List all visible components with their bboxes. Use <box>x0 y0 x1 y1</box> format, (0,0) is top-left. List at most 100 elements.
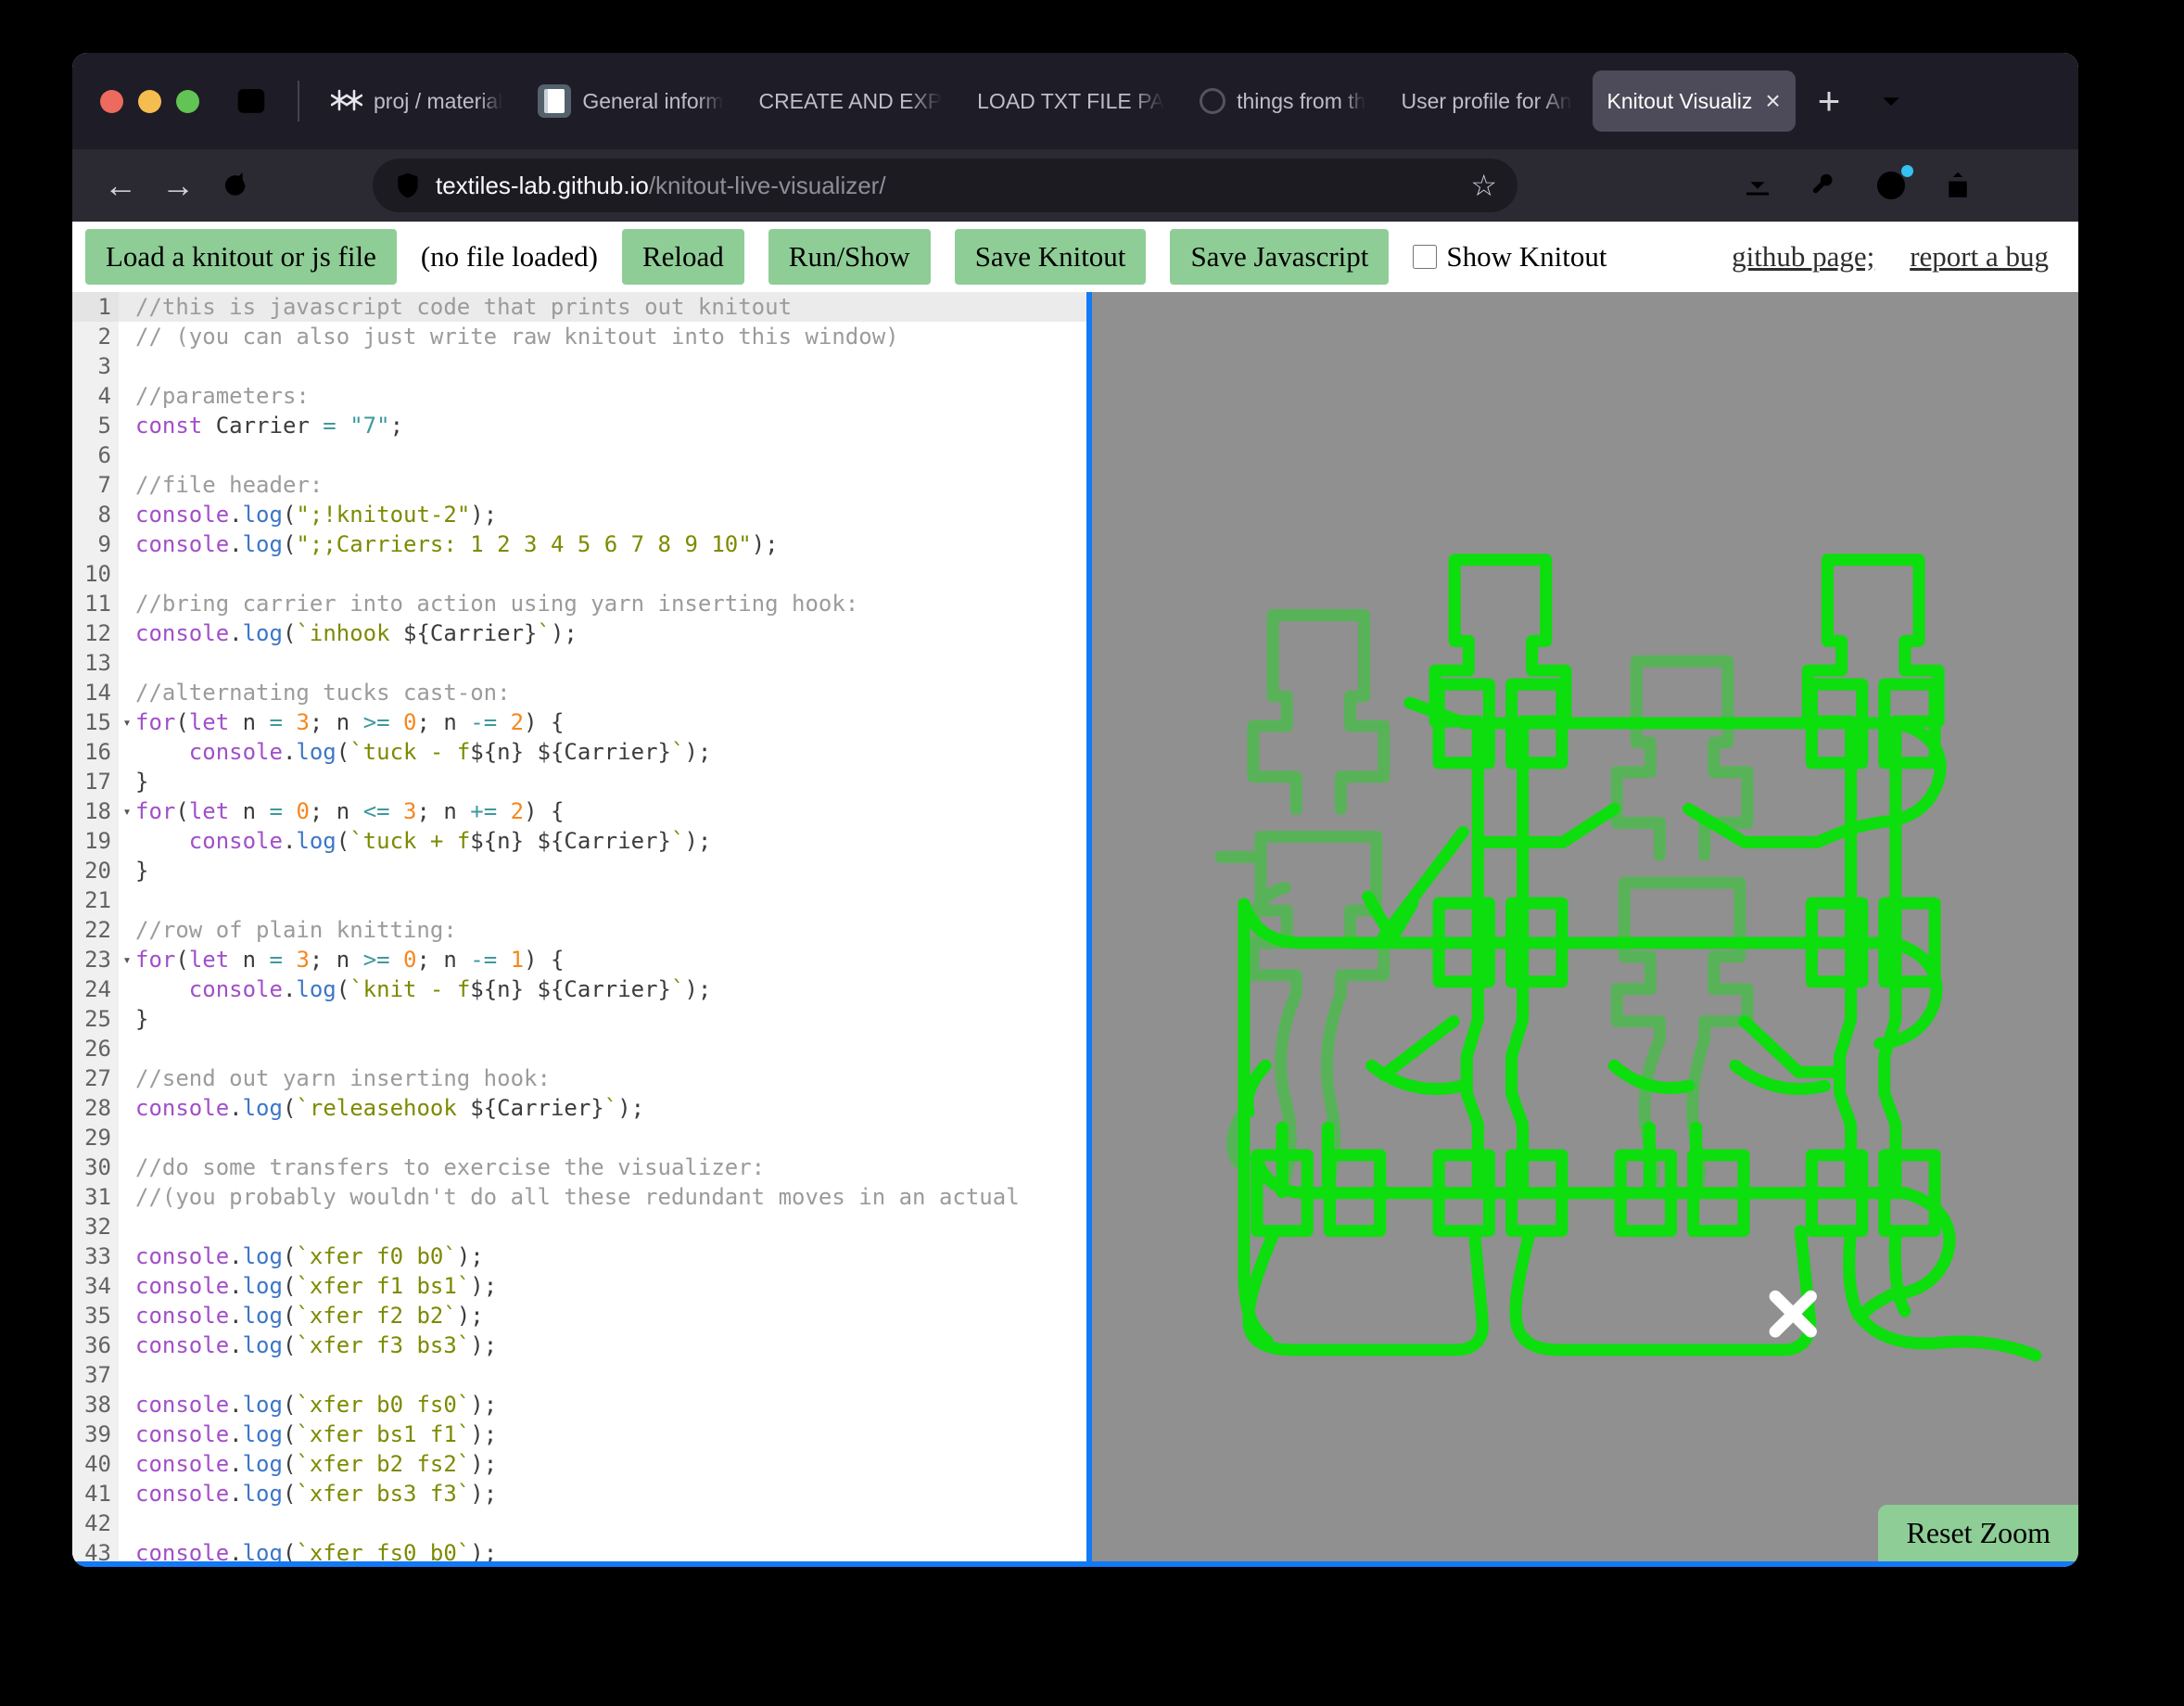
line-number: 28 <box>72 1093 119 1123</box>
code-line-text: console.log(`releasehook ${Carrier}`); <box>135 1095 645 1121</box>
line-number: 26 <box>72 1034 119 1063</box>
line-number: 13 <box>72 648 119 678</box>
line-number: 15 <box>72 707 119 737</box>
code-line-row: 27 //send out yarn inserting hook: <box>72 1063 1086 1093</box>
show-knitout-checkbox[interactable] <box>1413 245 1438 269</box>
wrench-icon[interactable] <box>1800 161 1848 210</box>
code-line-text: //do some transfers to exercise the visu… <box>135 1154 766 1180</box>
fold-gutter <box>119 1182 135 1212</box>
code-line-row: 32 <box>72 1212 1086 1241</box>
fold-gutter <box>119 1123 135 1152</box>
url-bar[interactable]: textiles-lab.github.io/knitout-live-visu… <box>373 159 1517 212</box>
fold-gutter <box>119 1241 135 1271</box>
code-line-text: console.log(`xfer b2 fs2`); <box>135 1451 498 1477</box>
code-line-row: 33 console.log(`xfer f0 b0`); <box>72 1241 1086 1271</box>
fold-gutter <box>119 1449 135 1479</box>
code-line-row: 36 console.log(`xfer f3 bs3`); <box>72 1330 1086 1360</box>
close-tab-icon[interactable]: × <box>1765 86 1780 116</box>
code-line-row: 3 <box>72 351 1086 381</box>
reload-button[interactable] <box>211 161 260 210</box>
line-number: 25 <box>72 1004 119 1034</box>
code-line-text: for(let n = 3; n >= 0; n -= 1) { <box>135 947 565 973</box>
tab-strip-bar: proj / material General inform CREATE AND … <box>72 53 2078 149</box>
fold-arrow-icon[interactable]: ▾ <box>119 945 135 974</box>
account-icon[interactable] <box>1867 161 1915 210</box>
fold-gutter <box>119 1093 135 1123</box>
line-number: 1 <box>72 292 119 322</box>
fold-gutter <box>119 1360 135 1390</box>
code-editor[interactable]: 1 //this is javascript code that prints o… <box>72 292 1092 1561</box>
save-knitout-button[interactable]: Save Knitout <box>954 229 1147 285</box>
close-window-button[interactable] <box>100 89 123 113</box>
line-number: 4 <box>72 381 119 411</box>
downloads-icon[interactable] <box>1733 161 1782 210</box>
tab-general-inform[interactable]: General inform <box>523 70 738 132</box>
code-line-row: 25} <box>72 1004 1086 1034</box>
code-line-row: 10 <box>72 559 1086 589</box>
navigation-bar: ← → textiles-lab.github.io/knitout-live-… <box>72 149 2078 222</box>
tab-things-from-th[interactable]: things from th <box>1185 70 1380 132</box>
reload-code-button[interactable]: Reload <box>621 229 744 285</box>
code-line-text: } <box>135 769 149 795</box>
load-file-button[interactable]: Load a knitout or js file <box>85 229 397 285</box>
tab-proj-material[interactable]: proj / material <box>316 70 517 132</box>
code-line-row: 24 console.log(`knit - f${n} ${Carrier}`… <box>72 974 1086 1004</box>
line-number: 35 <box>72 1301 119 1330</box>
run-show-button[interactable]: Run/Show <box>768 229 931 285</box>
tab-label: Knitout Visualiz <box>1606 88 1753 113</box>
code-line-text: } <box>135 1006 149 1032</box>
tab-label: General inform <box>582 88 724 113</box>
save-javascript-button[interactable]: Save Javascript <box>1170 229 1390 285</box>
fold-gutter <box>119 500 135 529</box>
code-line-row: 20} <box>72 856 1086 885</box>
sidebar-toggle-icon[interactable] <box>231 81 272 121</box>
share-icon[interactable] <box>1934 161 1982 210</box>
bookmark-star-icon[interactable]: ☆ <box>1470 168 1497 203</box>
report-bug-link[interactable]: report a bug <box>1910 240 2049 274</box>
code-line-row: 2 // (you can also just write raw knitout… <box>72 322 1086 351</box>
code-line-row: 21 <box>72 885 1086 915</box>
code-line-row: 43 console.log(`xfer fs0 b0`); <box>72 1538 1086 1561</box>
circle-favicon-icon <box>1200 88 1226 114</box>
forward-button[interactable]: → <box>154 161 202 210</box>
line-number: 16 <box>72 737 119 767</box>
code-line-text: console.log(`xfer b0 fs0`); <box>135 1392 498 1418</box>
reset-zoom-button[interactable]: Reset Zoom <box>1878 1505 2078 1561</box>
new-tab-button[interactable]: + <box>1801 82 1858 121</box>
fold-arrow-icon[interactable]: ▾ <box>119 796 135 826</box>
menu-hamburger-icon[interactable] <box>2000 161 2049 210</box>
code-line-text: console.log(`tuck + f${n} ${Carrier}`); <box>188 828 712 854</box>
fold-arrow-icon[interactable]: ▾ <box>119 707 135 737</box>
visualizer-pane[interactable]: Reset Zoom <box>1092 292 2078 1561</box>
code-line-text: //send out yarn inserting hook: <box>135 1065 551 1091</box>
code-line-row: 17} <box>72 767 1086 796</box>
code-line-row: 41 console.log(`xfer bs3 f3`); <box>72 1479 1086 1509</box>
sparkles-icon <box>331 89 362 111</box>
account-notification-dot <box>1901 165 1913 177</box>
line-number: 12 <box>72 618 119 648</box>
show-knitout-toggle[interactable]: Show Knitout <box>1413 240 1607 274</box>
code-line-text: console.log(`xfer f2 b2`); <box>135 1303 484 1329</box>
code-line-row: 19 console.log(`tuck + f${n} ${Carrier}`… <box>72 826 1086 856</box>
tab-create-and-exp[interactable]: CREATE AND EXP <box>743 70 957 132</box>
fold-gutter <box>119 292 135 322</box>
fold-gutter <box>119 826 135 856</box>
code-line-text: //this is javascript code that prints ou… <box>135 294 793 320</box>
list-all-tabs-button[interactable] <box>1862 87 1920 115</box>
code-line-row: 7 //file header: <box>72 470 1086 500</box>
back-button[interactable]: ← <box>96 161 145 210</box>
zoom-window-button[interactable] <box>176 89 199 113</box>
code-line-row: 6 <box>72 440 1086 470</box>
code-line-row: 40 console.log(`xfer b2 fs2`); <box>72 1449 1086 1479</box>
tab-user-profile-for-an[interactable]: User profile for An <box>1386 70 1586 132</box>
line-number: 34 <box>72 1271 119 1301</box>
tab-knitout-visualiz[interactable]: Knitout Visualiz × <box>1592 70 1796 132</box>
minimize-window-button[interactable] <box>138 89 161 113</box>
line-number: 14 <box>72 678 119 707</box>
tab-label: User profile for An <box>1401 88 1572 113</box>
line-number: 18 <box>72 796 119 826</box>
tab-load-txt-file-pa[interactable]: LOAD TXT FILE PA <box>962 70 1179 132</box>
line-number: 10 <box>72 559 119 589</box>
knit-diagram[interactable] <box>1092 292 2078 1561</box>
github-page-link[interactable]: github page; <box>1732 240 1874 274</box>
